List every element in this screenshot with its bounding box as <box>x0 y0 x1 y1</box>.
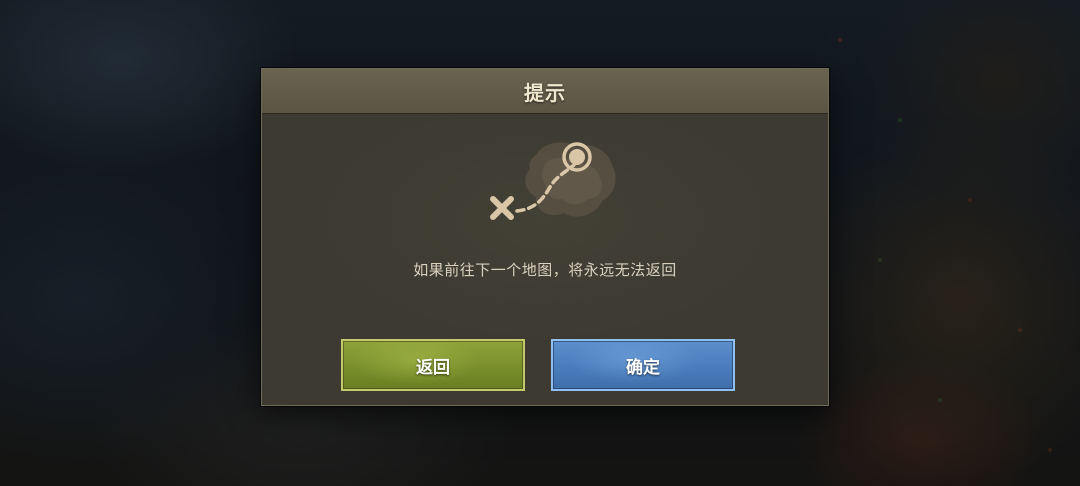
back-button[interactable]: 返回 <box>341 339 525 391</box>
x-marker-icon <box>490 196 514 220</box>
dialog-header: 提示 <box>262 69 828 114</box>
confirm-dialog: 提示 如果前往下一个地图，将永远无法返回 返回 确定 <box>261 68 829 406</box>
back-button-label: 返回 <box>416 357 450 378</box>
game-screen: 提示 如果前往下一个地图，将永远无法返回 返回 确定 <box>0 0 1080 486</box>
confirm-button-label: 确定 <box>626 357 660 378</box>
treasure-map-route-icon <box>490 142 616 220</box>
dialog-message: 如果前往下一个地图，将永远无法返回 <box>413 261 677 279</box>
confirm-button[interactable]: 确定 <box>551 339 735 391</box>
dialog-title: 提示 <box>524 80 566 105</box>
